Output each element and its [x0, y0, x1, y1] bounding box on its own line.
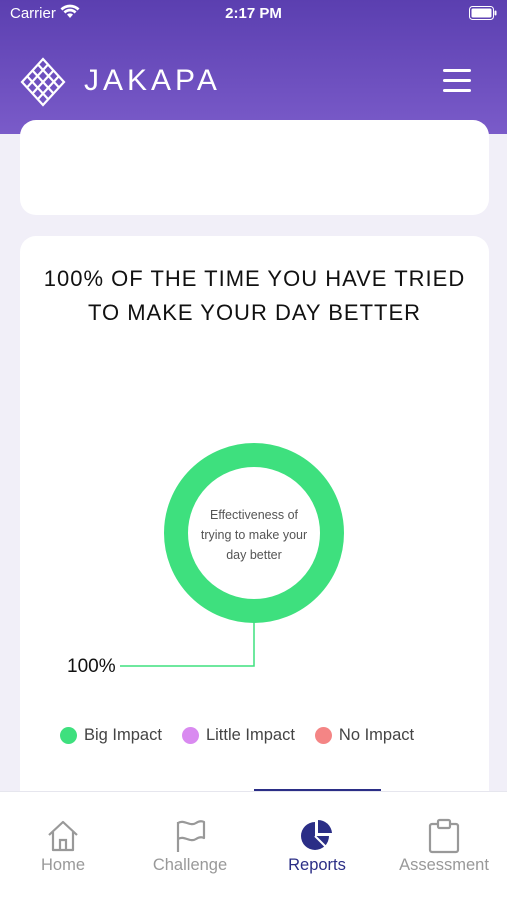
legend-dot [181, 726, 199, 744]
tab-reports[interactable]: Reports [254, 792, 380, 900]
tab-challenge[interactable]: Challenge [127, 792, 253, 900]
app-header: Carrier 2:17 PM JAKAPA [0, 0, 507, 134]
tab-label: Assessment [399, 856, 489, 874]
tab-assessment[interactable]: Assessment [381, 792, 507, 900]
tab-label: Home [40, 856, 85, 874]
legend-label: Big Impact [84, 725, 162, 744]
legend-dot [60, 726, 77, 744]
donut-center-label: Effectiveness of trying to make your day… [200, 508, 308, 562]
tab-label: Challenge [152, 856, 228, 874]
brand-name: JAKAPA [84, 64, 221, 97]
tab-home[interactable]: Home [0, 792, 126, 900]
status-bar: Carrier 2:17 PM [0, 0, 507, 28]
flag-icon [176, 820, 206, 852]
hamburger-menu-icon[interactable] [443, 69, 471, 93]
battery-icon [469, 6, 497, 20]
slice-percent-label: 100% [67, 656, 116, 677]
legend-label: Little Impact [205, 725, 295, 744]
legend-label: No Impact [338, 725, 415, 744]
legend-item-little-impact: Little Impact [181, 725, 295, 745]
legend-item-no-impact: No Impact [314, 725, 415, 745]
chart-legend: Big Impact Little Impact No Impact [60, 724, 434, 746]
clipboard-icon [428, 818, 460, 854]
legend-dot [314, 726, 332, 744]
previous-report-card [20, 120, 489, 215]
legend-item-big-impact: Big Impact [60, 726, 162, 745]
pie-chart-icon [301, 819, 332, 850]
report-title: 100% OF THE TIME YOU HAVE TRIED TO MAKE … [43, 266, 466, 325]
tab-label: Reports [288, 856, 346, 874]
tab-bar: Home Challenge Reports Assessment [0, 791, 507, 900]
status-time: 2:17 PM [225, 5, 282, 22]
jakapa-logo-icon [20, 57, 66, 107]
home-icon [48, 820, 78, 852]
